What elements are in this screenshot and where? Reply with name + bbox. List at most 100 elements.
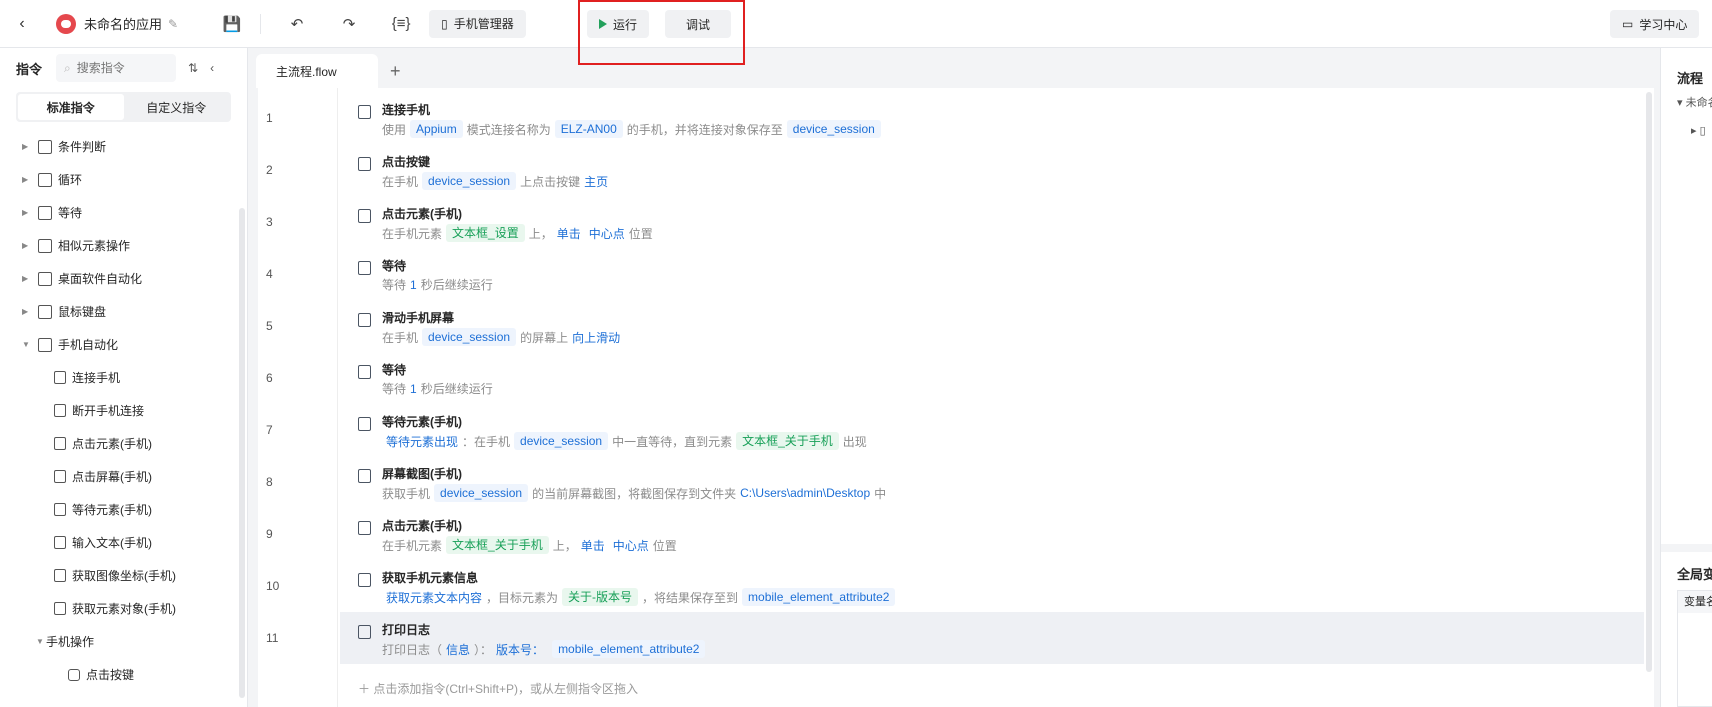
step-desc-text: 模式连接名称为 bbox=[466, 122, 551, 137]
step-desc-text: 在手机 bbox=[382, 330, 419, 345]
flow-step-row[interactable]: 连接手机 使用 Appium 模式连接名称为 ELZ-AN00 的手机，并将连接对象保存至… bbox=[340, 92, 1644, 144]
param-link[interactable]: 获取元素文本内容 bbox=[386, 589, 482, 606]
sidebar-group[interactable]: ▶ 鼠标键盘 bbox=[0, 295, 247, 328]
param-link[interactable]: 信息 bbox=[446, 641, 470, 658]
redo-icon[interactable]: ↷ bbox=[331, 6, 367, 42]
run-button[interactable]: 运行 bbox=[587, 10, 650, 38]
sidebar-group[interactable]: ▶ 循环 bbox=[0, 163, 247, 196]
sort-icon[interactable]: ⇅ bbox=[188, 61, 198, 75]
step-desc-text: 等待 bbox=[382, 382, 407, 396]
step-desc-text: 的屏幕上 bbox=[520, 330, 569, 345]
debug-button[interactable]: 调试 bbox=[665, 10, 731, 38]
sidebar-command-item[interactable]: 获取图像坐标(手机) bbox=[0, 559, 247, 592]
line-number: 2 bbox=[266, 163, 273, 177]
element-tag[interactable]: 文本框_关于手机 bbox=[446, 536, 549, 554]
variable-tag[interactable]: device_session bbox=[434, 484, 529, 502]
sidebar-command-item[interactable]: 点击屏幕(手机) bbox=[0, 460, 247, 493]
sidebar-command-item[interactable]: 获取元素对象(手机) bbox=[0, 592, 247, 625]
collapse-sidebar-icon[interactable]: ‹ bbox=[210, 61, 214, 75]
phone-manager-button[interactable]: ▯ 手机管理器 bbox=[429, 9, 526, 38]
sidebar-group[interactable]: ▶ 相似元素操作 bbox=[0, 229, 247, 262]
sidebar-subgroup-label: 手机操作 bbox=[46, 635, 95, 649]
flow-step-row[interactable]: 点击按键 在手机 device_session 上点击按键 主页 bbox=[340, 144, 1644, 196]
sidebar-group[interactable]: ▶ 等待 bbox=[0, 196, 247, 229]
element-tag[interactable]: 关于-版本号 bbox=[562, 588, 639, 606]
flow-tree-root[interactable]: ▾ 未命名 bbox=[1677, 94, 1712, 110]
variable-tag[interactable]: mobile_element_attribute2 bbox=[552, 640, 706, 658]
chevron-down-icon: ▼ bbox=[36, 637, 44, 646]
param-link[interactable]: 单击 bbox=[557, 225, 581, 242]
sidebar-subgroup[interactable]: ▼ 手机操作 bbox=[0, 625, 247, 658]
rename-pencil-icon[interactable]: ✎ bbox=[168, 17, 178, 31]
flow-step-row[interactable]: 等待元素(手机) 等待元素出现 ：在手机 device_session 中一直等待，直到… bbox=[340, 404, 1644, 456]
chevron-right-icon: ▶ bbox=[22, 142, 29, 151]
step-description: 在手机 device_session 上点击按键 主页 bbox=[382, 172, 612, 190]
flow-tree-child[interactable]: ▸ ▯ bbox=[1691, 124, 1706, 137]
flow-step-row[interactable]: 打印日志 打印日志（ 信息 ）： 版本号： mobile_element_attribut… bbox=[340, 612, 1644, 664]
back-icon[interactable]: ‹ bbox=[0, 0, 44, 48]
search-input[interactable] bbox=[76, 61, 157, 75]
param-link[interactable]: 主页 bbox=[584, 173, 608, 190]
search-box[interactable]: ⌕ bbox=[56, 54, 177, 82]
param-link[interactable]: 向上滑动 bbox=[572, 329, 620, 346]
sidebar-scrollbar[interactable] bbox=[239, 208, 245, 698]
tab-custom-commands[interactable]: 自定义指令 bbox=[124, 94, 230, 120]
variable-tag[interactable]: device_session bbox=[514, 432, 609, 450]
sidebar-command-item[interactable]: 等待元素(手机) bbox=[0, 493, 247, 526]
sidebar-command-item[interactable]: 连接手机 bbox=[0, 361, 247, 394]
variable-tag[interactable]: device_session bbox=[422, 328, 517, 346]
undo-icon[interactable]: ↶ bbox=[279, 6, 315, 42]
param-link[interactable]: C:\Users\admin\Desktop bbox=[740, 486, 870, 500]
sidebar-command-item[interactable]: 输入文本(手机) bbox=[0, 526, 247, 559]
add-command-hint[interactable]: ＋ 点击添加指令(Ctrl+Shift+P)，或从左侧指令区拖入 bbox=[358, 680, 638, 697]
flow-step-row[interactable]: 等待 等待 1 秒后继续运行 bbox=[340, 248, 1644, 300]
param-link[interactable]: 1 bbox=[410, 278, 417, 292]
flow-step-row[interactable]: 点击元素(手机) 在手机元素 文本框_设置 上， 单击 中心点 位置 bbox=[340, 196, 1644, 248]
flow-step-row[interactable]: 等待 等待 1 秒后继续运行 bbox=[340, 352, 1644, 404]
step-desc-text: 获取手机 bbox=[382, 486, 431, 501]
tab-standard-commands[interactable]: 标准指令 bbox=[18, 94, 124, 120]
sidebar-command-item[interactable]: 断开手机连接 bbox=[0, 394, 247, 427]
param-link[interactable]: 1 bbox=[410, 382, 417, 396]
mobile-command-icon bbox=[54, 602, 66, 615]
variables-brace-icon[interactable]: {≡} bbox=[383, 6, 419, 42]
step-desc-text: 出现 bbox=[842, 434, 867, 449]
element-tag[interactable]: 文本框_关于手机 bbox=[736, 432, 839, 450]
param-link[interactable]: 等待元素出现 bbox=[386, 433, 458, 450]
element-tag[interactable]: 文本框_设置 bbox=[446, 224, 525, 242]
tab-main-flow[interactable]: 主流程.flow bbox=[256, 54, 378, 88]
variable-tag[interactable]: device_session bbox=[786, 120, 881, 138]
sidebar-title: 指令 bbox=[16, 61, 43, 77]
sidebar-command-item[interactable]: 点击元素(手机) bbox=[0, 427, 247, 460]
sidebar-header: 指令 ⌕ ⇅ ‹ bbox=[0, 48, 247, 88]
command-type-switch: 标准指令 自定义指令 bbox=[16, 92, 231, 122]
add-tab-icon[interactable]: + bbox=[390, 54, 401, 88]
param-link[interactable]: 中心点 bbox=[589, 225, 625, 242]
step-title: 等待 bbox=[382, 363, 407, 377]
flow-step-row[interactable]: 点击元素(手机) 在手机元素 文本框_关于手机 上， 单击 中心点 位置 bbox=[340, 508, 1644, 560]
flow-step-row[interactable]: 获取手机元素信息 获取元素文本内容 ，目标元素为 关于-版本号 ，将结果保存至到 mobi… bbox=[340, 560, 1644, 612]
sidebar-command-item[interactable]: 点击按键 bbox=[0, 658, 247, 691]
flow-step-row[interactable]: 滑动手机屏幕 在手机 device_session 的屏幕上 向上滑动 bbox=[340, 300, 1644, 352]
learning-center-button[interactable]: ▭ 学习中心 bbox=[1610, 10, 1700, 38]
variable-tag[interactable]: device_session bbox=[422, 172, 517, 190]
var-name-header: 变量名 bbox=[1678, 591, 1712, 613]
variable-tag[interactable]: mobile_element_attribute2 bbox=[742, 588, 896, 606]
editor-scrollbar[interactable] bbox=[1646, 92, 1652, 672]
step-desc-text: 位置 bbox=[628, 226, 653, 241]
step-desc-text: 上点击按键 bbox=[520, 174, 581, 189]
variable-tag[interactable]: ELZ-AN00 bbox=[554, 120, 623, 138]
hourglass-icon bbox=[358, 261, 371, 275]
param-link[interactable]: 单击 bbox=[581, 537, 605, 554]
save-icon[interactable]: 💾 bbox=[214, 6, 250, 42]
param-link[interactable]: 中心点 bbox=[613, 537, 649, 554]
variable-tag[interactable]: Appium bbox=[410, 120, 463, 138]
sidebar-group[interactable]: ▶ 条件判断 bbox=[0, 130, 247, 163]
sidebar-group[interactable]: ▶ 桌面软件自动化 bbox=[0, 262, 247, 295]
app-name: 未命名的应用 bbox=[84, 17, 163, 32]
sidebar-group[interactable]: ▼ 手机自动化 bbox=[0, 328, 247, 361]
param-link[interactable]: 版本号： bbox=[496, 641, 544, 658]
swipe-icon bbox=[358, 313, 371, 327]
right-panel: 流程 ▾ 未命名 ▸ ▯ 全局变 变量名 bbox=[1660, 48, 1712, 707]
flow-step-row[interactable]: 屏幕截图(手机) 获取手机 device_session 的当前屏幕截图，将截图保存到… bbox=[340, 456, 1644, 508]
